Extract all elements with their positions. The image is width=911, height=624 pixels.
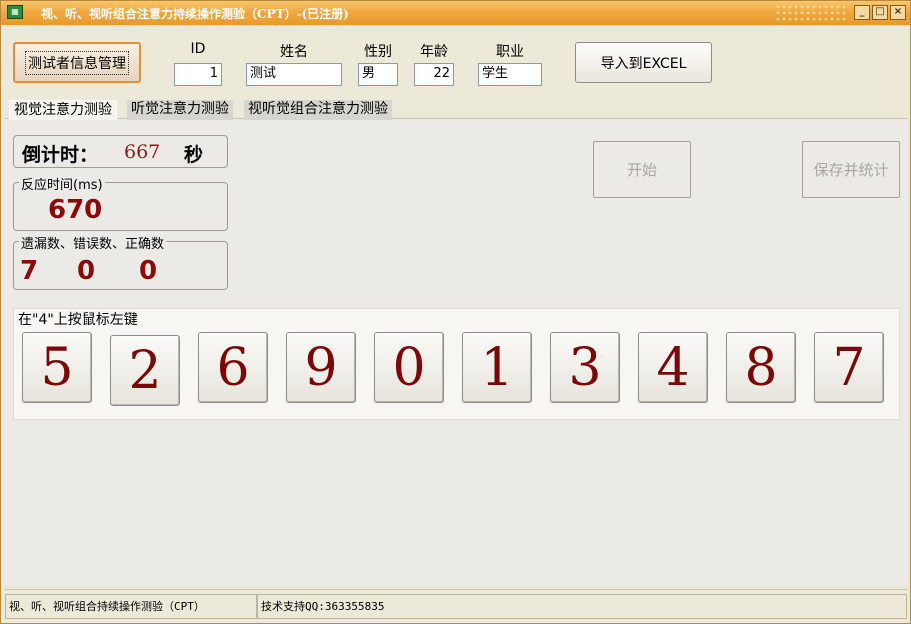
- client-area: 测试者信息管理 ID 1 姓名 测试 性别 男 年龄 22 职业 学生 导入到E…: [5, 26, 908, 623]
- window-title: 视、听、视听组合注意力持续操作测验（CPT）-(已注册): [41, 7, 349, 21]
- status-bar: 视、听、视听组合持续操作测验（CPT） 技术支持QQ:363355835: [5, 589, 908, 621]
- digit-button[interactable]: 5: [22, 332, 92, 403]
- gender-field[interactable]: 男: [358, 63, 398, 86]
- maximize-button[interactable]: □: [872, 5, 888, 20]
- job-label: 职业: [496, 44, 524, 60]
- digit-button[interactable]: 2: [110, 335, 180, 406]
- tab-audiovisual[interactable]: 视听觉组合注意力测验: [244, 100, 392, 120]
- countdown-label: 倒计时：: [22, 144, 99, 166]
- tab-visual[interactable]: 视觉注意力测验: [9, 100, 117, 120]
- manage-subjects-button[interactable]: 测试者信息管理: [13, 42, 141, 83]
- age-label: 年龄: [420, 44, 448, 60]
- title-decoration: [775, 4, 847, 22]
- counts-legend: 遗漏数、错误数、正确数: [19, 233, 167, 252]
- app-icon: ▦: [7, 5, 23, 19]
- digit-button[interactable]: 3: [550, 332, 620, 403]
- digit-stimulus-area: 在"4"上按鼠标左键 5 2 6 9 0 1 3 4 8 7: [13, 308, 900, 420]
- age-field[interactable]: 22: [414, 63, 454, 86]
- digit-button[interactable]: 9: [286, 332, 356, 403]
- status-support: 技术支持QQ:363355835: [257, 594, 907, 619]
- reaction-time-value: 670: [48, 195, 103, 225]
- countdown-value: 667: [124, 141, 161, 163]
- id-field[interactable]: 1: [174, 63, 222, 86]
- save-stats-button[interactable]: 保存并统计: [802, 141, 900, 198]
- manage-subjects-label: 测试者信息管理: [25, 50, 129, 75]
- export-excel-button[interactable]: 导入到EXCEL: [575, 42, 712, 83]
- job-field[interactable]: 学生: [478, 63, 542, 86]
- reaction-time-group: 反应时间(ms) 670: [13, 174, 228, 231]
- title-bar[interactable]: ▦ 视、听、视听组合注意力持续操作测验（CPT）-(已注册) _ □ ×: [1, 1, 910, 25]
- correct-count: 0: [139, 256, 158, 286]
- countdown-unit: 秒: [184, 144, 204, 166]
- counts-group: 遗漏数、错误数、正确数 7 0 0: [13, 233, 228, 290]
- minimize-button[interactable]: _: [854, 5, 870, 20]
- gender-label: 性别: [364, 44, 392, 60]
- app-window: ▦ 视、听、视听组合注意力持续操作测验（CPT）-(已注册) _ □ × 测试者…: [0, 0, 911, 624]
- close-button[interactable]: ×: [890, 5, 906, 20]
- visual-test-panel: 倒计时： 667 秒 反应时间(ms) 670 遗漏数、错误数、正确数 7 0 …: [5, 120, 908, 586]
- countdown-box: 倒计时： 667 秒: [13, 135, 228, 168]
- omission-count: 7: [20, 256, 39, 286]
- status-app-name: 视、听、视听组合持续操作测验（CPT）: [5, 594, 257, 619]
- id-label: ID: [190, 41, 206, 57]
- start-button[interactable]: 开始: [593, 141, 691, 198]
- name-label: 姓名: [280, 44, 308, 60]
- digit-button[interactable]: 7: [814, 332, 884, 403]
- error-count: 0: [77, 256, 96, 286]
- digit-button[interactable]: 6: [198, 332, 268, 403]
- reaction-time-legend: 反应时间(ms): [19, 174, 105, 193]
- instruction-text: 在"4"上按鼠标左键: [18, 312, 138, 328]
- digit-button[interactable]: 0: [374, 332, 444, 403]
- digit-button[interactable]: 4: [638, 332, 708, 403]
- name-field[interactable]: 测试: [246, 63, 342, 86]
- digit-button[interactable]: 1: [462, 332, 532, 403]
- digit-button[interactable]: 8: [726, 332, 796, 403]
- tab-auditory[interactable]: 听觉注意力测验: [127, 100, 233, 120]
